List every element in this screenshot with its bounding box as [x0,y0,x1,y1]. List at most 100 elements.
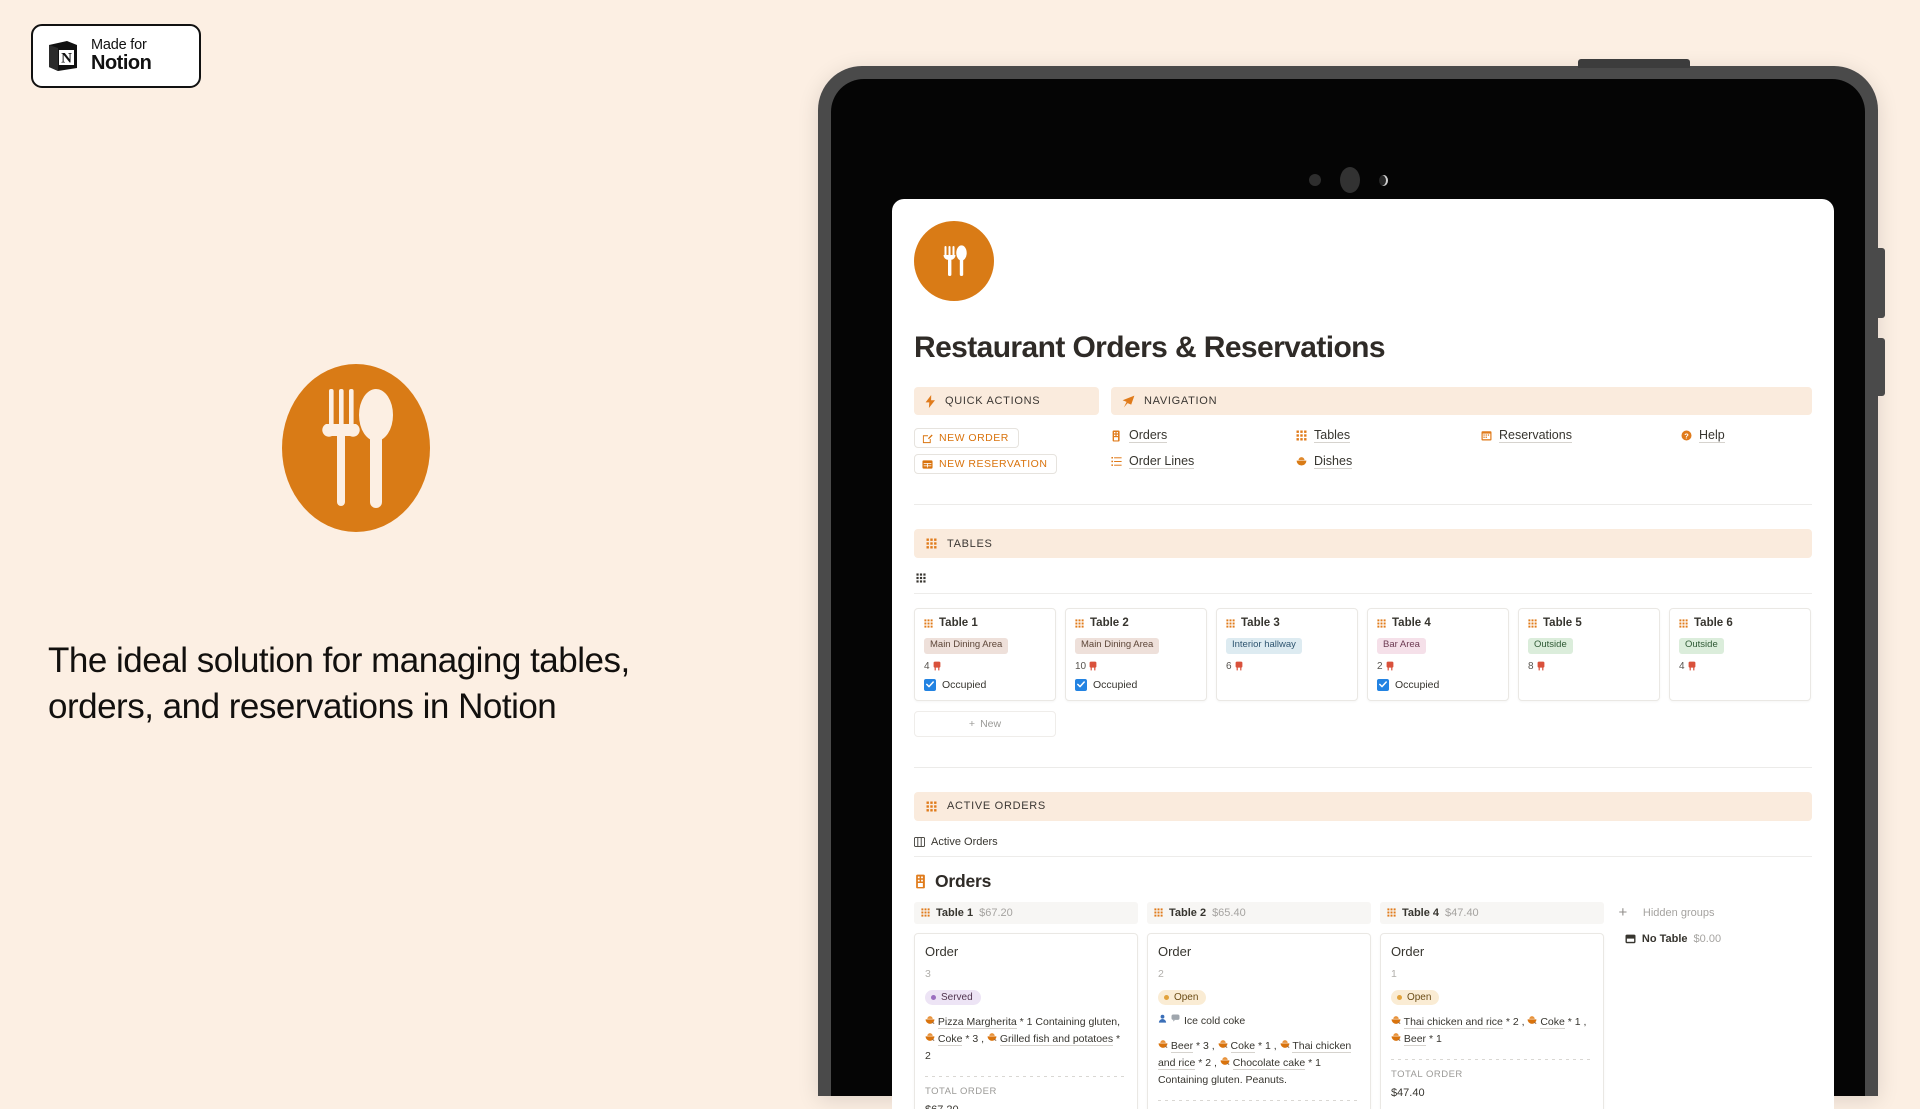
order-item-qty: * 1 [1567,1015,1581,1028]
table-grid-icon [922,459,933,470]
nav-link-order-lines[interactable]: Order Lines [1111,454,1296,469]
table-occupied-label: Occupied [942,678,987,691]
svg-text:N: N [61,51,72,67]
order-item-name: Coke [1540,1015,1565,1029]
board-column-name: Table 4 [1401,906,1440,919]
table-seat-count: 6 [1226,660,1232,672]
promo-tagline: The ideal solution for managing tables, … [48,641,630,726]
dish-icon [987,1032,997,1042]
order-item: Coke * 1 , [1218,1040,1277,1054]
order-item-qty: * 1 [1428,1032,1442,1045]
table-seat-count: 10 [1075,660,1087,672]
tables-db-toolbar[interactable] [914,573,1812,593]
table-card[interactable]: Table 4 Bar Area 2 Occupied [1367,608,1509,701]
board-column-header[interactable]: Table 1 $67.20 [914,901,1138,924]
new-reservation-label: NEW RESERVATION [939,458,1048,470]
order-item-note: , [1214,1057,1217,1070]
notion-page: Restaurant Orders & Reservations QUICK A… [892,199,1834,1109]
order-card[interactable]: Order 1 Open Thai chicken and rice * 2 , C… [1379,932,1604,1109]
table-area-badge: Main Dining Area [1075,638,1160,654]
nav-link-orders[interactable]: Orders [1111,428,1296,443]
checkbox-checked-icon[interactable] [924,678,936,691]
tablet-volume-down-button[interactable] [1877,338,1885,396]
nav-link-dishes[interactable]: Dishes [1296,454,1481,469]
order-item: Pizza Margherita * 1 Containing gluten, [925,1015,1121,1029]
order-item-name: Thai chicken and rice [1403,1015,1503,1029]
tables-section-label: TABLES [947,537,993,550]
dish-icon [1280,1039,1290,1049]
board-column-header[interactable]: Table 2 $65.40 [1146,901,1371,924]
table-seat-count: 4 [1679,660,1685,672]
table-card[interactable]: Table 5 Outside 8 [1518,608,1660,701]
nav-label-help: Help [1699,428,1725,443]
table-area-badge: Outside [1679,638,1724,654]
order-total-value: $67.20 [925,1104,1127,1109]
navigation-header-label: NAVIGATION [1144,395,1218,407]
order-item-name: Beer [1170,1040,1194,1054]
table-card-title: Table 6 [1679,617,1801,629]
status-dot-icon [1163,994,1169,1000]
table-card-name: Table 5 [1543,617,1582,629]
hidden-group-item[interactable]: No Table $0.00 [1613,933,1812,945]
order-item-note: Containing gluten, [1035,1015,1121,1028]
hidden-groups-label: Hidden groups [1642,906,1715,919]
nav-link-reservations[interactable]: Reservations [1481,428,1681,443]
divider [925,1075,1127,1077]
checkbox-checked-icon[interactable] [1377,678,1389,691]
board-column-name: Table 2 [1168,906,1207,919]
plus-icon[interactable]: + [1613,903,1633,923]
dish-icon [1391,1015,1401,1025]
table-card[interactable]: Table 3 Interior hallway 6 [1216,608,1358,701]
table-card[interactable]: Table 1 Main Dining Area 4 Occupied [914,608,1056,701]
status-dot-icon [931,994,936,1000]
order-card[interactable]: Order 3 Served Pizza Margherita * 1 Contai… [914,932,1138,1109]
order-item: Beer * 1 [1391,1032,1442,1046]
tables-card-list: Table 1 Main Dining Area 4 Occupied Table 2 M… [914,608,1812,701]
active-orders-view-tab[interactable]: Active Orders [914,836,1812,856]
hidden-group-sum: $0.00 [1693,932,1722,945]
order-card-title: Order [1390,943,1425,959]
order-item-qty: * 2 [1505,1015,1519,1028]
checkbox-checked-icon[interactable] [1075,678,1087,691]
nav-link-tables[interactable]: Tables [1296,428,1481,443]
table-seat-count: 4 [924,660,930,672]
table-occupied-row[interactable]: Occupied [924,678,1046,691]
fork-and-spoon-logo [268,362,444,538]
orders-board-column: Table 2 $65.40 Order 2 Open Ice cold coke Bee… [1146,901,1371,1109]
tablet-power-button[interactable] [1578,59,1690,68]
actions-navigation-row: NEW ORDER NEW RESERVATION Orders Tables … [914,428,1812,474]
order-item-qty: * 1 [1257,1040,1271,1053]
quick-actions-column: NEW ORDER NEW RESERVATION [914,428,1099,474]
tables-new-button[interactable]: + New [914,710,1056,737]
callout-header-row: QUICK ACTIONS NAVIGATION [914,387,1812,415]
nav-link-help[interactable]: ? Help [1681,428,1812,443]
table-card-title: Table 4 [1377,617,1499,629]
table-occupied-row[interactable]: Occupied [1075,678,1197,691]
order-items-list: Thai chicken and rice * 2 , Coke * 1 , B… [1391,1014,1593,1048]
board-column-header[interactable]: Table 4 $47.40 [1379,901,1604,924]
order-item-note: , [981,1032,985,1045]
calendar-icon [1481,430,1492,441]
table-seats: 4 [924,661,1046,672]
bowl-icon [1296,456,1307,467]
order-item: Beer * 3 , [1158,1040,1215,1054]
new-order-button[interactable]: NEW ORDER [914,428,1019,448]
speaker-icon [1339,167,1360,193]
new-reservation-button[interactable]: NEW RESERVATION [914,454,1058,474]
table-card[interactable]: Table 6 Outside 4 [1669,608,1811,701]
order-item: Coke * 1 , [1527,1015,1587,1029]
order-item-note: , [1273,1040,1277,1053]
table-occupied-row[interactable]: Occupied [1377,678,1499,691]
nav-label-order-lines: Order Lines [1129,454,1195,469]
table-card[interactable]: Table 2 Main Dining Area 10 Occupied [1065,608,1207,701]
order-note: Ice cold coke [1158,1014,1360,1029]
order-item-name: Pizza Margherita [937,1015,1017,1029]
order-items-list: Pizza Margherita * 1 Containing gluten, … [925,1014,1127,1065]
order-card[interactable]: Order 2 Open Ice cold coke Beer * 3 , Coke … [1146,932,1371,1109]
tables-db-underline [914,593,1812,594]
order-item-note: , [1583,1015,1587,1028]
divider [1157,1100,1360,1102]
tablet-volume-up-button[interactable] [1877,248,1885,318]
quick-actions-header: QUICK ACTIONS [914,387,1099,415]
order-item-qty: * 1 [1019,1015,1033,1028]
